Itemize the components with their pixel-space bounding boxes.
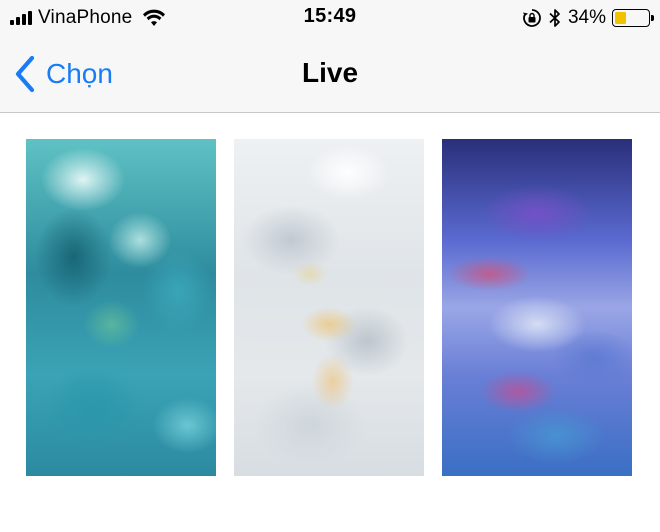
wallpaper-thumbnail-white[interactable] bbox=[234, 139, 424, 476]
rotation-lock-icon bbox=[522, 9, 541, 27]
navigation-bar: Chọn Live bbox=[0, 36, 660, 113]
battery-tip bbox=[651, 15, 654, 21]
wallpaper-thumbnail-purple[interactable] bbox=[442, 139, 632, 476]
battery-level-fill bbox=[615, 12, 626, 24]
page-title: Live bbox=[301, 57, 359, 88]
status-right: 34% bbox=[522, 6, 654, 30]
status-bar: VinaPhone 15:49 34% bbox=[0, 0, 660, 36]
battery-icon bbox=[612, 9, 654, 27]
bluetooth-icon bbox=[549, 9, 560, 27]
wallpaper-thumbnail-teal[interactable] bbox=[26, 139, 216, 476]
battery-percent: 34% bbox=[567, 7, 606, 28]
